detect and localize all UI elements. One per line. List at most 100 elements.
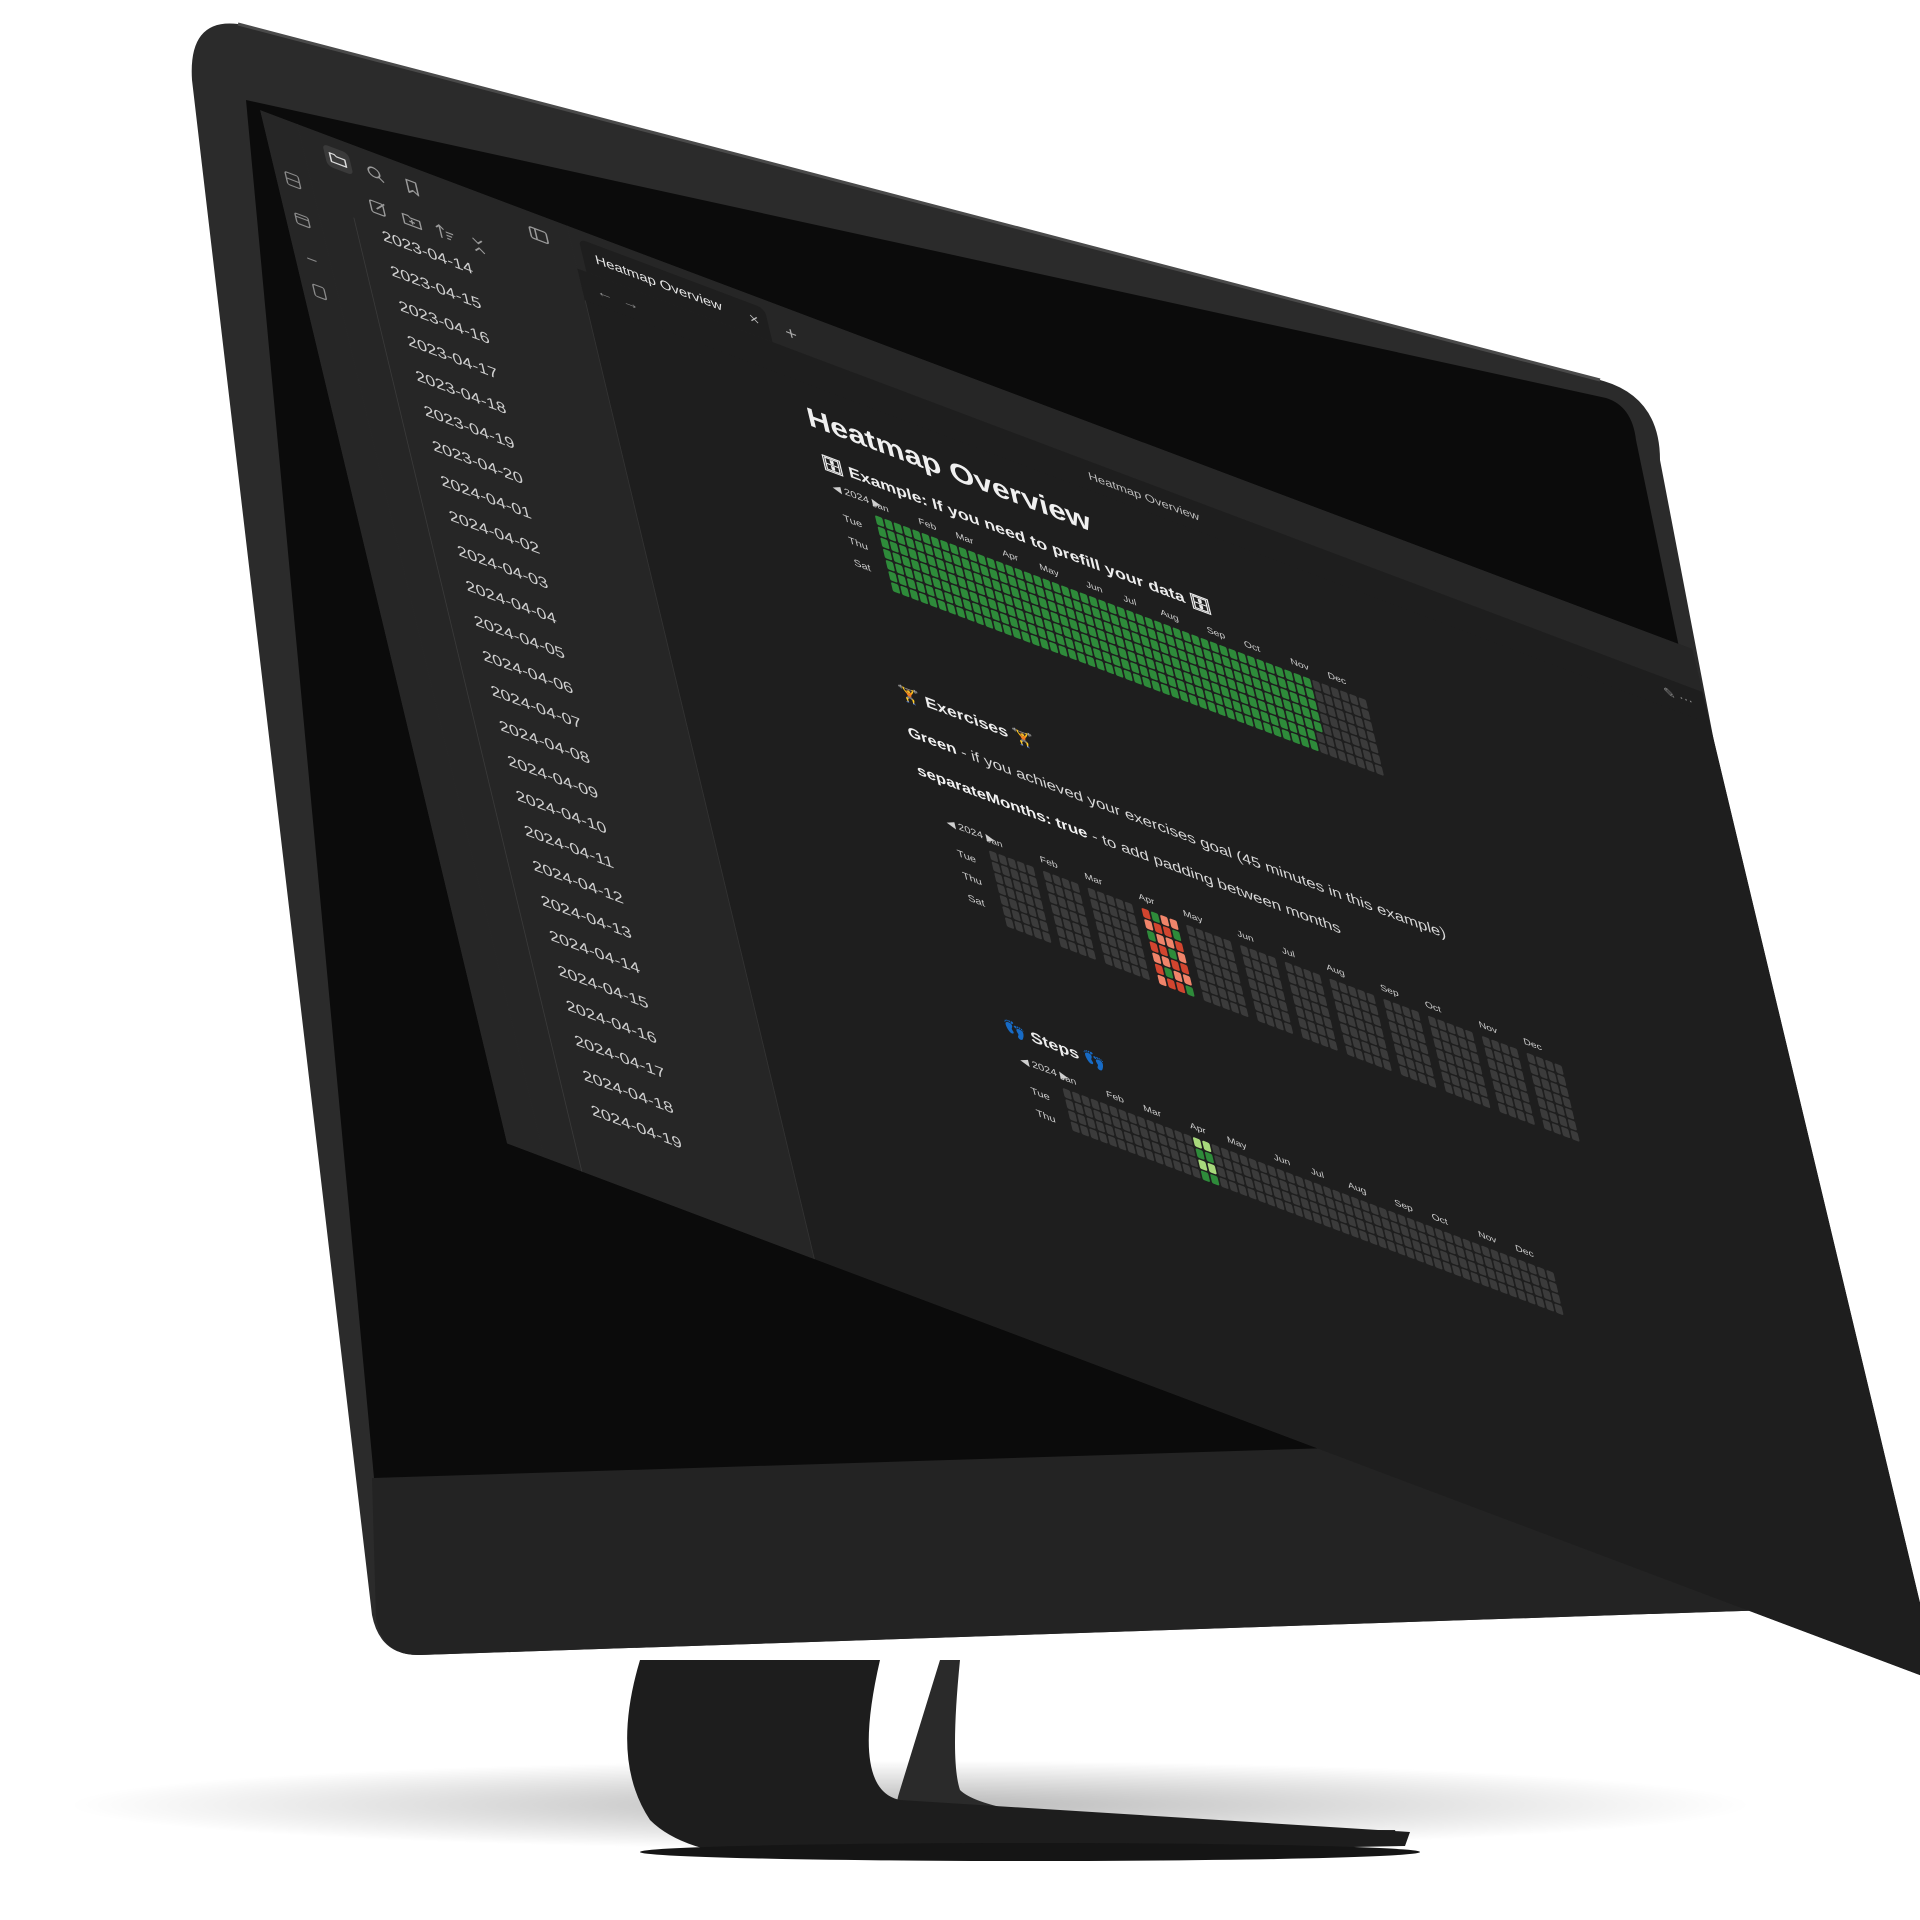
heatmap-cell[interactable] [1036,626,1047,639]
heatmap-cell[interactable] [1067,1109,1078,1123]
heatmap-cell[interactable] [1151,679,1161,693]
heatmap-cell[interactable] [1123,1130,1134,1144]
heatmap-cell[interactable] [1322,1185,1333,1199]
heatmap-cell[interactable] [904,566,914,579]
heatmap-cell[interactable] [1353,1007,1363,1020]
heatmap-cell[interactable] [1167,1137,1178,1150]
graph-view-icon[interactable] [282,169,304,192]
heatmap-cell[interactable] [953,595,963,608]
heatmap-cell[interactable] [1548,1280,1559,1294]
heatmap-cell[interactable] [1290,732,1301,745]
heatmap-cell[interactable] [880,537,890,550]
heatmap-cell[interactable] [1404,1016,1415,1030]
heatmap-cell[interactable] [1500,1042,1510,1056]
heatmap-cell[interactable] [1176,679,1187,692]
heatmap-cell[interactable] [1047,600,1058,613]
heatmap-cell[interactable] [914,540,925,553]
heatmap-cell[interactable] [1196,656,1206,669]
heatmap-cell[interactable] [1481,1035,1492,1049]
heatmap-cell[interactable] [998,571,1009,584]
heatmap-cell[interactable] [1176,1140,1187,1154]
heatmap-cell[interactable] [1321,683,1331,696]
heatmap-cell[interactable] [1191,1166,1202,1179]
heatmap-cell[interactable] [1393,1043,1404,1056]
heatmap-cell[interactable] [1480,1096,1491,1109]
heatmap-cell[interactable] [1154,1152,1164,1165]
heatmap-cell[interactable] [1357,988,1367,1002]
heatmap-cell[interactable] [1405,1057,1416,1071]
heatmap-cell[interactable] [1120,658,1131,671]
heatmap-cell[interactable] [1502,1053,1513,1067]
heatmap-cell[interactable] [1217,674,1228,687]
heatmap-cell[interactable] [1185,682,1196,695]
heatmap-cell[interactable] [1201,991,1212,1004]
heatmap-cell[interactable] [1103,621,1113,634]
heatmap-cell[interactable] [1270,966,1281,979]
heatmap-cell[interactable] [1381,1217,1391,1231]
heatmap-cell[interactable] [1518,1259,1528,1272]
heatmap-cell[interactable] [1316,1193,1326,1206]
heatmap-cell[interactable] [1299,987,1309,1000]
heatmap-cell[interactable] [1383,1228,1394,1242]
heatmap-cell[interactable] [1342,701,1353,714]
heatmap-cell[interactable] [1551,1122,1562,1136]
heatmap-cell[interactable] [1241,703,1252,716]
heatmap-cell[interactable] [1434,1227,1445,1241]
heatmap-cell[interactable] [1486,1267,1496,1280]
heatmap-cell[interactable] [1437,1238,1447,1252]
close-icon[interactable]: × [747,309,761,329]
heatmap-cell[interactable] [1416,1031,1426,1044]
heatmap-cell[interactable] [1019,871,1029,885]
heatmap-cell[interactable] [1096,890,1107,904]
heatmap-cell[interactable] [1070,880,1081,894]
heatmap-cell[interactable] [1214,663,1225,676]
heatmap-cell[interactable] [958,546,969,559]
heatmap-cell[interactable] [1033,897,1044,910]
heatmap-cell[interactable] [1536,1266,1547,1279]
heatmap-cell[interactable] [1433,1257,1443,1270]
heatmap-cell[interactable] [1471,1092,1482,1105]
heatmap-cell[interactable] [1306,1189,1317,1203]
heatmap-cell[interactable] [1323,694,1334,707]
heatmap-cell[interactable] [1269,996,1279,1009]
heatmap-cell[interactable] [1479,1275,1490,1288]
heatmap-cell[interactable] [1115,635,1125,649]
heatmap-cell[interactable] [1058,937,1069,950]
heatmap-cell[interactable] [1129,661,1140,674]
heatmap-cell[interactable] [1402,1046,1413,1059]
heatmap-cell[interactable] [1475,1073,1486,1087]
heatmap-cell[interactable] [1151,1141,1162,1154]
heatmap-cell[interactable] [947,572,958,586]
heatmap-cell[interactable] [1268,673,1278,686]
heatmap-cell[interactable] [1211,994,1221,1007]
heatmap-cell[interactable] [1079,592,1090,605]
heatmap-cell[interactable] [1096,628,1107,642]
heatmap-cell[interactable] [977,553,987,566]
heatmap-cell[interactable] [1278,999,1289,1013]
heatmap-cell[interactable] [1014,567,1024,580]
heatmap-cell[interactable] [1258,669,1269,682]
heatmap-cell[interactable] [1496,1061,1506,1074]
heatmap-cell[interactable] [1350,1196,1361,1209]
heatmap-cell[interactable] [1538,1067,1548,1080]
heatmap-cell[interactable] [1068,618,1079,631]
heatmap-cell[interactable] [1548,1111,1559,1124]
heatmap-cell[interactable] [985,586,995,600]
heatmap-cell[interactable] [1155,661,1165,674]
heatmap-cell[interactable] [949,543,959,556]
heatmap-cell[interactable] [1556,1074,1567,1087]
heatmap-cell[interactable] [1083,936,1094,949]
heatmap-cell[interactable] [1016,860,1027,874]
heatmap-cell[interactable] [1160,683,1171,696]
heatmap-cell[interactable] [1015,608,1026,621]
heatmap-cell[interactable] [1165,936,1175,950]
heatmap-cell[interactable] [1512,1057,1522,1070]
heatmap-cell[interactable] [986,557,997,570]
heatmap-cell[interactable] [1205,659,1216,673]
heatmap-cell[interactable] [1075,610,1086,624]
heatmap-cell[interactable] [1293,1205,1304,1218]
heatmap-cell[interactable] [1368,1003,1379,1016]
heatmap-cell[interactable] [1304,1009,1315,1022]
heatmap-cell[interactable] [1235,1172,1245,1186]
heatmap-cell[interactable] [1100,942,1111,956]
